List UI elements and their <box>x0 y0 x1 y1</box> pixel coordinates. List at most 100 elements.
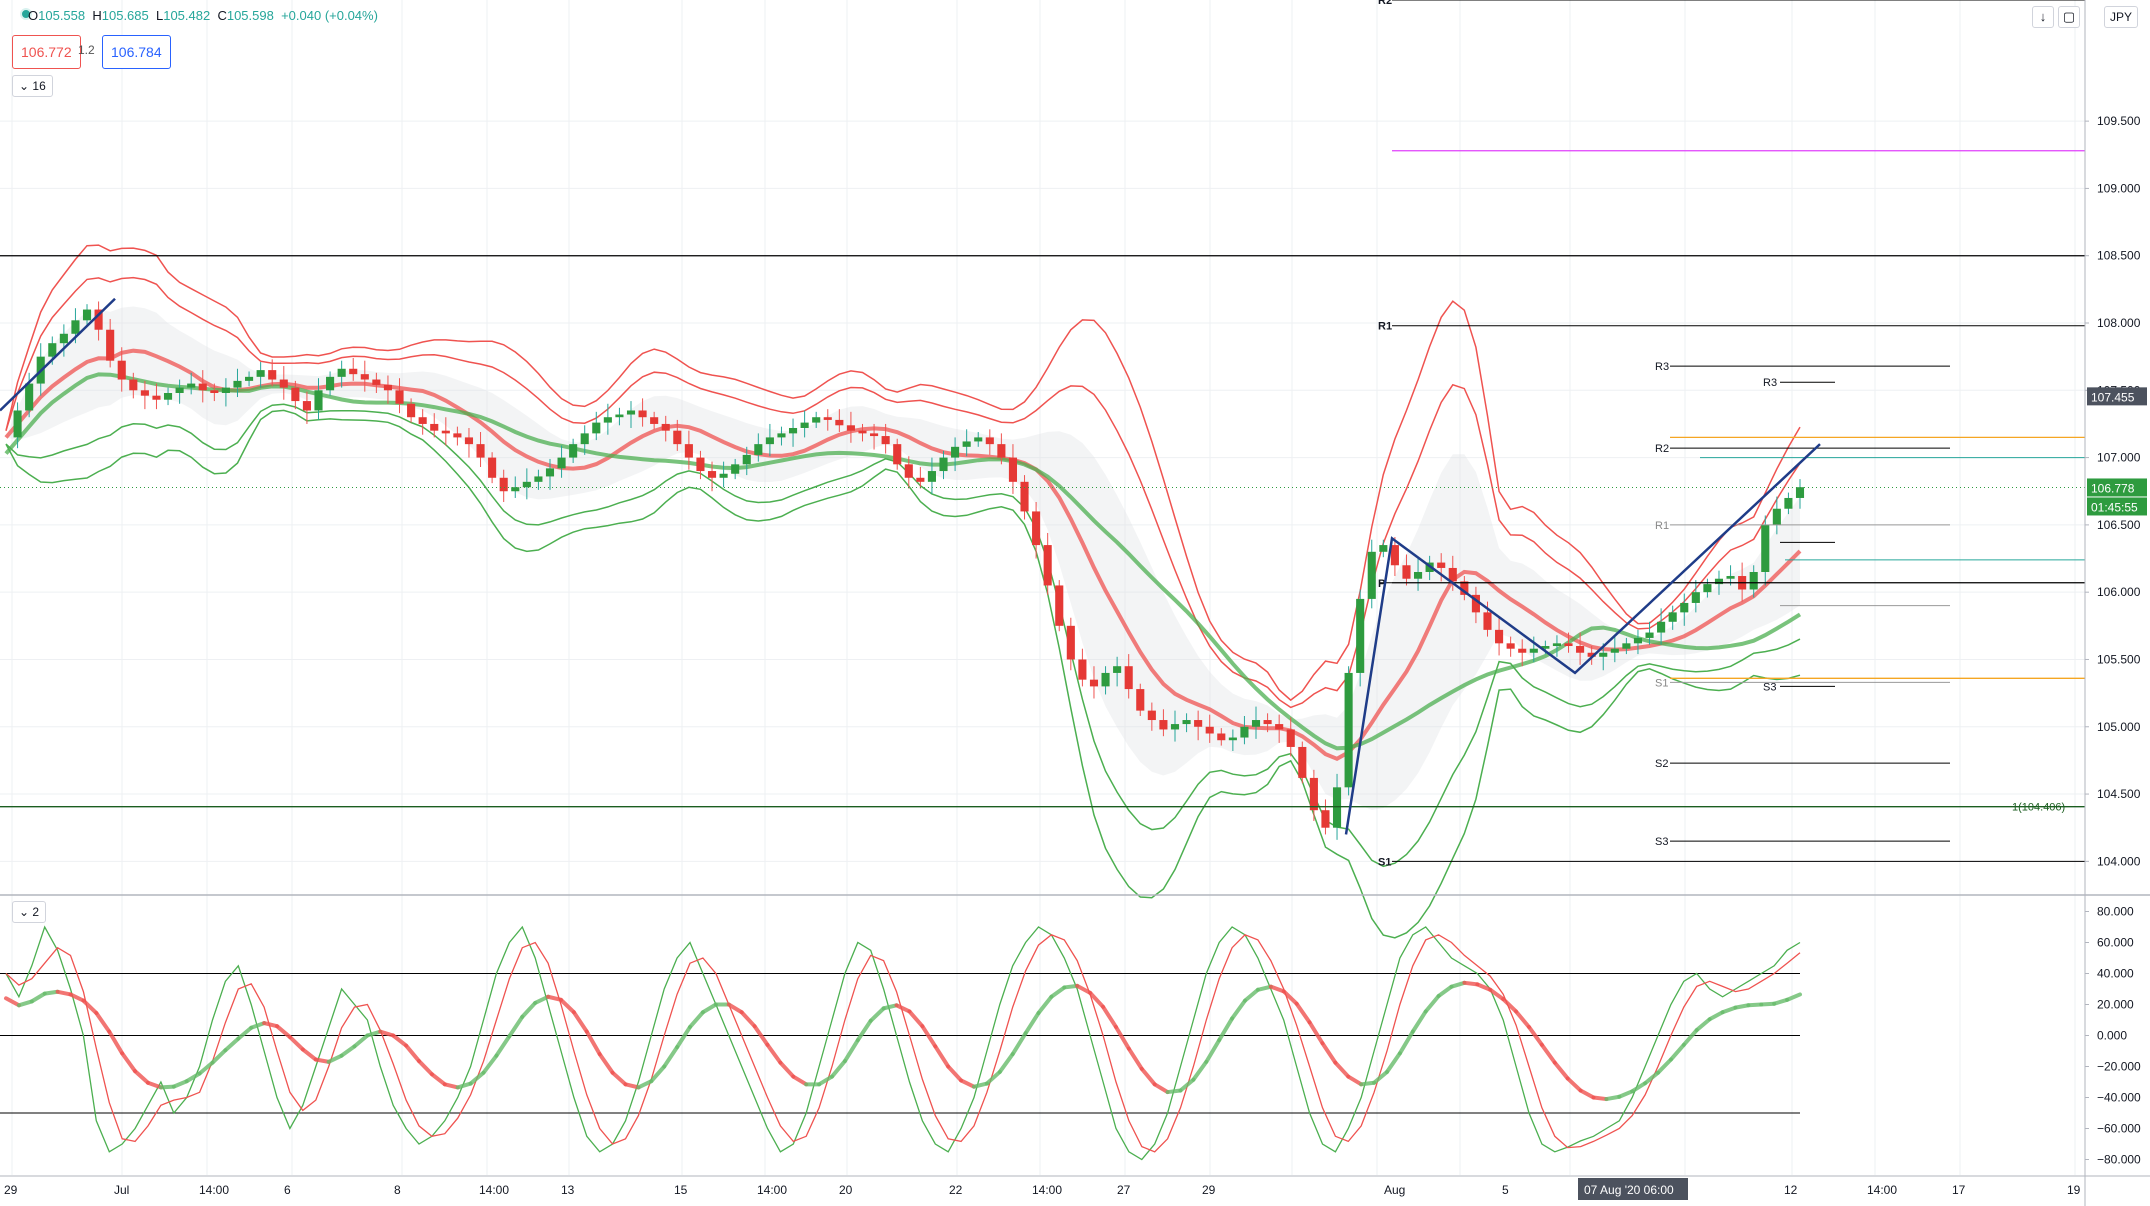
oscillator-axis-tick-label: −40.000 <box>2097 1091 2141 1105</box>
candle-body <box>788 427 798 434</box>
candle-body <box>1784 497 1793 509</box>
candle-body <box>858 430 867 434</box>
candle-body <box>1113 666 1122 673</box>
time-axis-tick-label: 14:00 <box>1867 1183 1897 1197</box>
pivot-label: R3 <box>1763 377 1777 389</box>
candle-body <box>580 433 589 445</box>
candle-body <box>1552 643 1561 647</box>
candle-body <box>1761 524 1770 572</box>
candle-body <box>453 433 462 438</box>
candle-body <box>1263 720 1272 725</box>
candle-body <box>765 437 774 445</box>
candle-body <box>314 390 323 411</box>
candle-body <box>1101 672 1110 687</box>
candle-body <box>997 444 1006 458</box>
candle-body <box>742 454 751 465</box>
candle-body <box>1217 733 1226 741</box>
candle-body <box>1332 787 1342 828</box>
candle-body <box>1379 545 1388 552</box>
candle-body <box>719 473 728 478</box>
price-chart[interactable]: R2R1PS1R3R2R1S1S2S3R3S3104.000104.500105… <box>0 0 2150 1206</box>
buy-button[interactable]: 106.784 <box>102 35 171 69</box>
candle-body <box>1576 646 1585 653</box>
candle-body <box>638 410 647 418</box>
candle-body <box>13 410 22 438</box>
candle-body <box>48 343 57 357</box>
candle-body <box>1089 679 1099 687</box>
indicator-collapse-button[interactable]: ⌄ 16 <box>12 75 53 97</box>
candle-body <box>1032 511 1041 546</box>
candle-body <box>1714 578 1724 585</box>
pivot-label: S1 <box>1655 677 1668 689</box>
spread-value: 1.2 <box>78 43 95 57</box>
time-axis-tick-label: 27 <box>1117 1183 1131 1197</box>
candle-body <box>777 433 786 438</box>
candle-body <box>1506 643 1515 649</box>
oscillator-axis-tick-label: −60.000 <box>2097 1122 2141 1136</box>
candle-body <box>534 476 543 482</box>
candle-body <box>904 464 913 478</box>
candle-body <box>846 425 855 431</box>
time-axis-tick-label: 5 <box>1502 1183 1509 1197</box>
candle-body <box>1691 592 1700 603</box>
candle-body <box>488 457 497 478</box>
candle-body <box>418 417 427 424</box>
candle-body <box>1633 637 1643 644</box>
time-axis-tick-label: 14:00 <box>1032 1183 1062 1197</box>
candle-body <box>557 457 566 469</box>
candle-body <box>268 370 277 380</box>
candle-body <box>1321 810 1330 828</box>
candle-body <box>1298 746 1307 778</box>
candle-body <box>1240 726 1249 738</box>
candle-body <box>1749 571 1758 590</box>
candle-body <box>916 477 925 482</box>
time-axis-tick-label: 14:00 <box>199 1183 229 1197</box>
pivot-label: S3 <box>1655 836 1668 848</box>
time-axis-tick-label: 8 <box>394 1183 401 1197</box>
candle-body <box>1437 562 1446 568</box>
arrow-down-icon[interactable]: ↓ <box>2032 6 2054 28</box>
oscillator-collapse-button[interactable]: ⌄ 2 <box>12 901 47 923</box>
candle-body <box>1367 551 1376 599</box>
candle-body <box>615 414 624 418</box>
sell-button[interactable]: 106.772 <box>12 35 81 69</box>
candle-body <box>1147 710 1156 721</box>
candle-body <box>1564 643 1573 647</box>
candle-body <box>1275 724 1284 730</box>
candle-body <box>650 417 659 424</box>
current-price-label: 106.778 <box>2091 481 2135 495</box>
price-axis-tick-label: 108.000 <box>2097 316 2141 330</box>
candle-body <box>939 457 948 472</box>
candle-body <box>1795 487 1805 498</box>
time-axis-tick-label: 22 <box>949 1183 963 1197</box>
candle-body <box>893 444 902 465</box>
candle-body <box>256 370 265 377</box>
price-axis-tick-label: 104.000 <box>2097 854 2141 868</box>
candle-body <box>82 309 92 321</box>
candle-body <box>25 383 34 411</box>
price-axis-tick-label: 105.000 <box>2097 720 2141 734</box>
candle-body <box>291 387 300 402</box>
candle-body <box>1136 689 1145 711</box>
pivot-label: R1 <box>1378 321 1392 333</box>
oscillator-axis-tick-label: 0.000 <box>2097 1029 2127 1043</box>
crosshair-price-label: 107.455 <box>2091 390 2135 404</box>
candle-body <box>823 417 832 420</box>
ohlc-legend: O105.558 H105.685 L105.482 C105.598 +0.0… <box>28 8 378 23</box>
candle-body <box>870 433 879 437</box>
time-axis-tick-label: 20 <box>839 1183 853 1197</box>
crosshair-time-label: 07 Aug '20 06:00 <box>1584 1183 1674 1197</box>
candle-body <box>1251 720 1261 727</box>
candle-body <box>175 387 184 393</box>
candle-body <box>927 471 936 482</box>
time-axis-tick-label: Aug <box>1384 1183 1405 1197</box>
candle-body <box>1518 648 1527 653</box>
candle-body <box>962 441 971 447</box>
maximize-icon[interactable]: ▢ <box>2058 6 2080 28</box>
price-axis-tick-label: 106.500 <box>2097 518 2141 532</box>
price-axis-tick-label: 109.000 <box>2097 181 2141 195</box>
candle-body <box>754 444 763 455</box>
candle-body <box>210 390 219 393</box>
time-axis-tick-label: 17 <box>1952 1183 1966 1197</box>
currency-label[interactable]: JPY <box>2104 6 2139 28</box>
